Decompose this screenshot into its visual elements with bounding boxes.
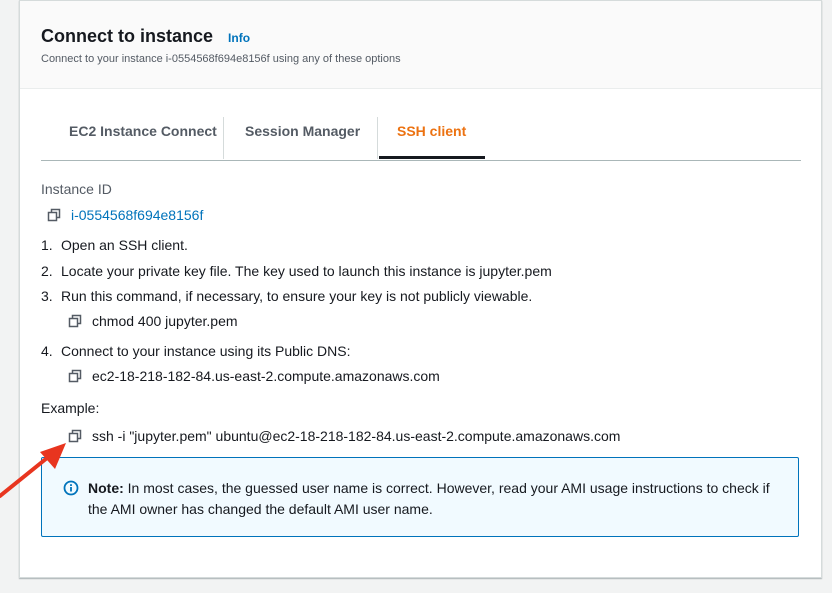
info-link[interactable]: Info: [228, 31, 250, 45]
copy-icon[interactable]: [68, 369, 82, 383]
example-command-text: ssh -i "jupyter.pem" ubuntu@ec2-18-218-1…: [92, 428, 621, 444]
step-2: 2. Locate your private key file. The key …: [41, 263, 552, 279]
panel-header: Connect to instance Info Connect to your…: [20, 1, 821, 89]
step-3: 3. Run this command, if necessary, to ens…: [41, 288, 532, 304]
example-command: ssh -i "jupyter.pem" ubuntu@ec2-18-218-1…: [68, 428, 620, 444]
step-number: 4.: [41, 343, 53, 359]
tab-divider: [377, 117, 378, 159]
page-title: Connect to instance: [41, 26, 214, 46]
public-dns-text: ec2-18-218-182-84.us-east-2.compute.amaz…: [92, 368, 440, 384]
chmod-command: chmod 400 jupyter.pem: [68, 313, 238, 329]
step-text: Connect to your instance using its Publi…: [61, 343, 351, 359]
example-label: Example:: [41, 400, 100, 416]
note-text: Note: In most cases, the guessed user na…: [88, 478, 778, 520]
annotation-arrow: [0, 443, 66, 498]
instance-id-link[interactable]: i-0554568f694e8156f: [71, 207, 203, 223]
tab-divider: [223, 117, 224, 159]
step-text: Locate your private key file. The key us…: [61, 263, 552, 279]
connection-method-tabs: EC2 Instance Connect Session Manager SSH…: [41, 115, 801, 161]
connect-to-instance-panel: Connect to instance Info Connect to your…: [19, 0, 822, 578]
tab-ec2-instance-connect[interactable]: EC2 Instance Connect: [69, 115, 217, 159]
note-alert: Note: In most cases, the guessed user na…: [41, 457, 799, 537]
active-tab-indicator: [379, 156, 485, 159]
step-4: 4. Connect to your instance using its Pub…: [41, 343, 350, 359]
chmod-command-text: chmod 400 jupyter.pem: [92, 313, 238, 329]
copy-icon[interactable]: [47, 208, 61, 222]
copy-icon[interactable]: [68, 314, 82, 328]
note-label: Note:: [88, 480, 124, 496]
step-text: Run this command, if necessary, to ensur…: [61, 288, 533, 304]
step-text: Open an SSH client.: [61, 237, 188, 253]
tab-ssh-client[interactable]: SSH client: [397, 115, 466, 159]
public-dns: ec2-18-218-182-84.us-east-2.compute.amaz…: [68, 368, 440, 384]
step-number: 1.: [41, 237, 53, 253]
instance-id-label: Instance ID: [41, 181, 112, 197]
step-1: 1. Open an SSH client.: [41, 237, 188, 253]
tab-session-manager[interactable]: Session Manager: [245, 115, 360, 159]
panel-subtitle: Connect to your instance i-0554568f694e8…: [41, 53, 401, 65]
step-number: 2.: [41, 263, 53, 279]
step-number: 3.: [41, 288, 53, 304]
note-body: In most cases, the guessed user name is …: [88, 480, 770, 517]
copy-icon[interactable]: [68, 429, 82, 443]
